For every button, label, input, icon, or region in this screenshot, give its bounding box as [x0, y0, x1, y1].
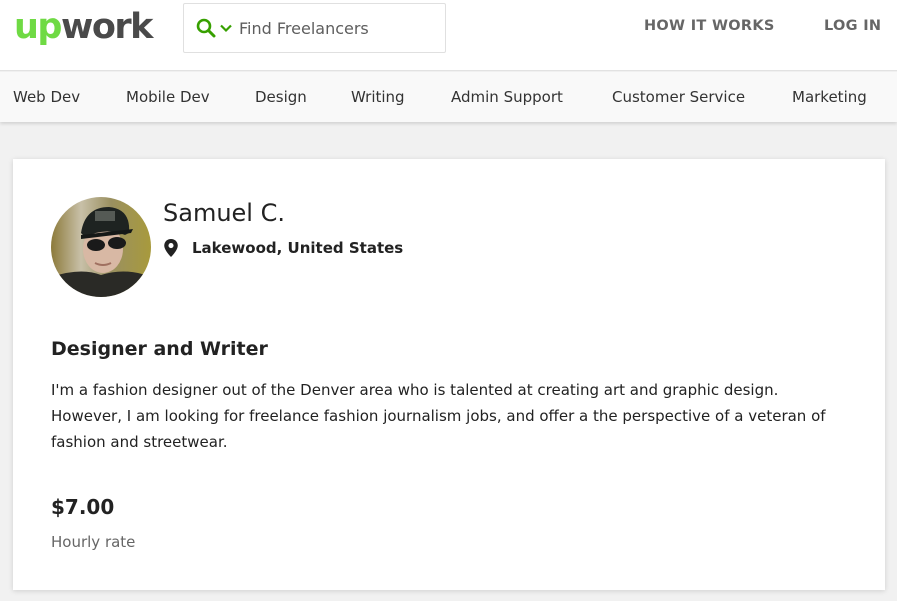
freelancer-profile-card: Samuel C. Lakewood, United States Design…	[13, 159, 885, 590]
hourly-rate-label: Hourly rate	[51, 533, 136, 551]
category-writing[interactable]: Writing	[351, 88, 405, 106]
category-design[interactable]: Design	[255, 88, 307, 106]
category-marketing[interactable]: Marketing	[792, 88, 867, 106]
location-text: Lakewood, United States	[192, 239, 404, 257]
category-mobile-dev[interactable]: Mobile Dev	[126, 88, 210, 106]
category-admin-support[interactable]: Admin Support	[451, 88, 563, 106]
hourly-rate-value: $7.00	[51, 495, 115, 519]
search-input[interactable]	[239, 18, 419, 38]
avatar-photo	[51, 197, 151, 297]
freelancer-description: I'm a fashion designer out of the Denver…	[51, 381, 826, 451]
how-it-works-link[interactable]: HOW IT WORKS	[644, 18, 775, 34]
category-customer-service[interactable]: Customer Service	[612, 88, 745, 106]
freelancer-title: Designer and Writer	[51, 338, 268, 360]
chevron-down-icon[interactable]	[219, 21, 233, 35]
logo-work: work	[60, 7, 153, 47]
top-navigation-bar: upwork HOW IT WORKS LOG IN	[0, 0, 897, 71]
search-icon[interactable]	[196, 18, 216, 38]
upwork-logo[interactable]: upwork	[14, 6, 153, 48]
avatar[interactable]	[51, 197, 151, 297]
category-navigation: Web Dev Mobile Dev Design Writing Admin …	[0, 72, 897, 122]
logo-up: up	[14, 7, 62, 47]
freelancer-location: Lakewood, United States	[163, 239, 403, 257]
search-box[interactable]	[183, 3, 446, 53]
map-pin-icon	[164, 239, 178, 257]
log-in-link[interactable]: LOG IN	[824, 18, 881, 34]
freelancer-name: Samuel C.	[163, 199, 285, 227]
category-web-dev[interactable]: Web Dev	[13, 88, 80, 106]
